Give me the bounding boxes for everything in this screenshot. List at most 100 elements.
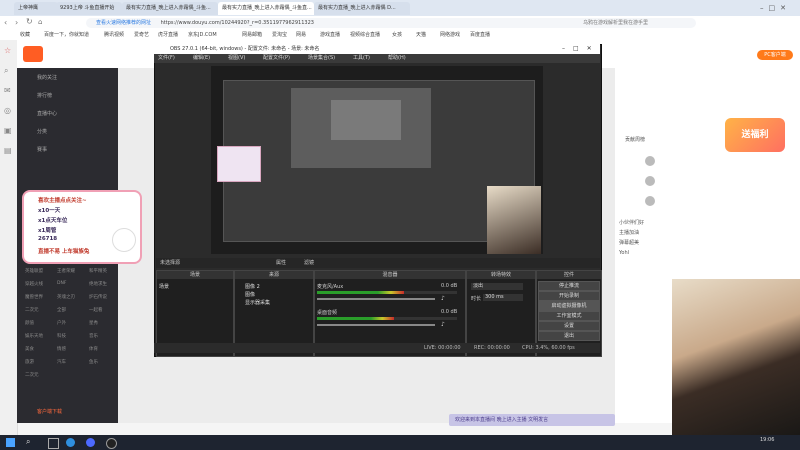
browser-tab[interactable]: 上帝神鹰 — [14, 2, 58, 15]
sidebar-nav-item[interactable]: 直播中心 — [37, 110, 57, 117]
cube-icon[interactable]: ▣ — [4, 126, 12, 135]
app-icon[interactable] — [86, 438, 95, 447]
settings-button[interactable]: 设置 — [538, 321, 600, 331]
windows-start-icon[interactable] — [6, 438, 15, 447]
pc-client-button[interactable]: PC客户端 — [757, 50, 793, 60]
sidebar-category[interactable]: 娱乐天地 — [25, 333, 43, 339]
obs-icon[interactable] — [106, 438, 117, 449]
speaker-icon[interactable]: ♪ — [441, 321, 445, 328]
home-icon[interactable]: ⌂ — [38, 18, 42, 26]
obs-menu-item[interactable]: 配置文件(P) — [263, 54, 290, 63]
filters-button[interactable]: 滤镜 — [304, 258, 314, 268]
game-icon[interactable]: ◎ — [4, 106, 11, 115]
sidebar-category[interactable]: 美食 — [25, 346, 34, 352]
sidebar-category[interactable]: 体育 — [89, 346, 98, 352]
browser-icon[interactable] — [66, 438, 75, 447]
sidebar-category[interactable]: 和平精英 — [89, 268, 107, 274]
sidebar-category[interactable]: 户外 — [57, 320, 66, 326]
sidebar-category[interactable]: 颜值 — [25, 320, 34, 326]
bookmark-item[interactable]: 京东JD.COM — [188, 30, 217, 40]
transition-select[interactable]: 淡出 — [471, 283, 523, 290]
sidebar-category[interactable]: 旅游 — [25, 359, 34, 365]
sidebar-category[interactable]: 魔兽世界 — [25, 294, 43, 300]
sidebar-category[interactable]: 绝地求生 — [89, 281, 107, 287]
props-button[interactable]: 属性 — [276, 258, 286, 268]
task-view-icon[interactable] — [48, 438, 59, 449]
back-icon[interactable]: ‹ — [4, 18, 7, 27]
obs-preview[interactable] — [211, 66, 543, 254]
volume-slider[interactable] — [317, 298, 435, 300]
bookmark-item[interactable]: 天猫 — [416, 30, 426, 40]
source-item[interactable]: 图像 — [245, 291, 255, 298]
bookmark-item[interactable]: 收藏 — [20, 30, 30, 40]
studio-mode-button[interactable]: 工作室模式 — [538, 311, 600, 321]
shop-icon[interactable]: ▤ — [4, 146, 12, 155]
avatar[interactable] — [645, 196, 655, 206]
bookmark-item[interactable]: 百度一下，你就知道 — [44, 30, 89, 40]
bookmark-item[interactable]: 网易邮箱 — [242, 30, 262, 40]
obs-menu-item[interactable]: 工具(T) — [353, 54, 370, 63]
sidebar-category[interactable]: 二次元 — [25, 372, 39, 378]
sidebar-category[interactable]: 星秀 — [89, 320, 98, 326]
duration-input[interactable]: 300 ms — [483, 294, 523, 301]
obs-menu-item[interactable]: 场景集合(S) — [308, 54, 335, 63]
search-hint[interactable]: 乌鸦在游戏解析里我在游手里 — [583, 18, 683, 28]
window-controls[interactable]: –□✕ — [760, 3, 796, 13]
chat-icon[interactable]: ✉ — [4, 86, 11, 95]
virtual-camera-button[interactable]: 启动虚拟摄像机 — [538, 301, 600, 311]
bookmark-item[interactable]: 女孩 — [392, 30, 402, 40]
scene-item[interactable]: 场景 — [159, 283, 169, 290]
stop-stream-button[interactable]: 停止推流 — [538, 281, 600, 291]
obs-menu-item[interactable]: 编辑(E) — [193, 54, 210, 63]
sidebar-category[interactable]: 炉石传说 — [89, 294, 107, 300]
exit-button[interactable]: 退出 — [538, 331, 600, 341]
avatar[interactable] — [645, 176, 655, 186]
source-item[interactable]: 显示器采集 — [245, 299, 270, 306]
sidebar-category[interactable]: 鱼乐 — [89, 359, 98, 365]
sidebar-category[interactable]: 穿越火线 — [25, 281, 43, 287]
forward-icon[interactable]: › — [15, 18, 18, 27]
bookmark-item[interactable]: 虎牙直播 — [158, 30, 178, 40]
promo-banner[interactable]: 送福利 — [725, 118, 785, 152]
sidebar-nav-item[interactable]: 赛事 — [37, 146, 47, 153]
refresh-icon[interactable]: ↻ — [26, 17, 33, 26]
search-icon[interactable]: ⌕ — [26, 437, 30, 447]
sidebar-category[interactable]: 科技 — [57, 333, 66, 339]
client-download-link[interactable]: 客户端下载 — [37, 408, 62, 415]
sidebar-category[interactable]: DNF — [57, 281, 66, 286]
speaker-icon[interactable]: ♪ — [441, 295, 445, 302]
sidebar-nav-item[interactable]: 排行榜 — [37, 92, 52, 99]
browser-tab[interactable]: 9293上帝 斗鱼直播开始 — [56, 2, 122, 15]
sidebar-category[interactable]: 英雄联盟 — [25, 268, 43, 274]
obs-window-controls[interactable]: –□✕ — [562, 44, 600, 54]
sidebar-category[interactable]: 一起看 — [89, 307, 103, 313]
avatar[interactable] — [645, 156, 655, 166]
sidebar-category[interactable]: 音乐 — [89, 333, 98, 339]
obs-menu-item[interactable]: 文件(F) — [158, 54, 175, 63]
browser-tab-active[interactable]: 最有实力直播_晚上进入赤霜偶_斗鱼直... — [218, 2, 314, 15]
bookmark-item[interactable]: 网络游戏 — [440, 30, 460, 40]
start-recording-button[interactable]: 开始录制 — [538, 291, 600, 301]
sidebar-category[interactable]: 二次元 — [25, 307, 39, 313]
browser-tab[interactable]: 最有实力直播_晚上进入赤霜偶_斗鱼... — [122, 2, 218, 15]
obs-menu-item[interactable]: 帮助(H) — [388, 54, 406, 63]
bookmark-item[interactable]: 爱淘宝 — [272, 30, 287, 40]
volume-slider[interactable] — [317, 324, 435, 326]
sidebar-category[interactable]: 汽车 — [57, 359, 66, 365]
sidebar-category[interactable]: 情感 — [57, 346, 66, 352]
sidebar-category[interactable]: 王者荣耀 — [57, 268, 75, 274]
search-icon[interactable]: ⌕ — [4, 66, 8, 76]
star-icon[interactable]: ☆ — [4, 46, 11, 55]
douyu-logo[interactable] — [23, 46, 43, 62]
bookmark-item[interactable]: 百度直播 — [470, 30, 490, 40]
sidebar-nav-item[interactable]: 我的关注 — [37, 74, 57, 81]
bookmark-item[interactable]: 腾讯视频 — [104, 30, 124, 40]
bookmark-item[interactable]: 爱奇艺 — [134, 30, 149, 40]
bookmark-item[interactable]: 游戏直播 — [320, 30, 340, 40]
source-item[interactable]: 图像 2 — [245, 283, 260, 290]
sidebar-category[interactable]: 英魂之刃 — [57, 294, 75, 300]
bookmark-item[interactable]: 网易 — [296, 30, 306, 40]
bookmark-item[interactable]: 视频综合直播 — [350, 30, 380, 40]
browser-tab[interactable]: 最有实力直播_晚上进入赤霜偶 D... — [314, 2, 410, 15]
obs-menu-item[interactable]: 视图(V) — [228, 54, 245, 63]
